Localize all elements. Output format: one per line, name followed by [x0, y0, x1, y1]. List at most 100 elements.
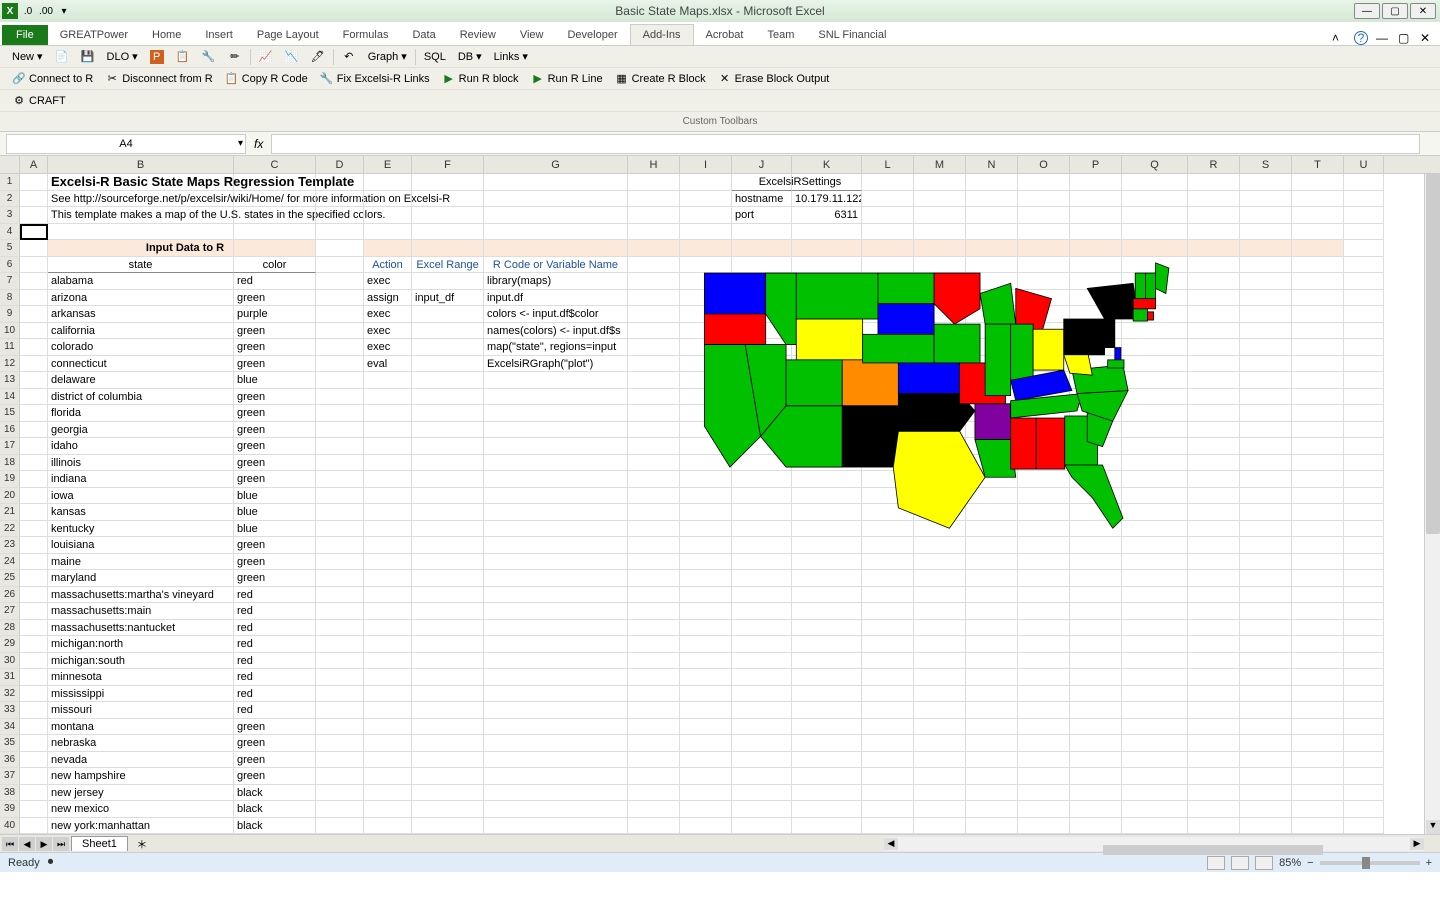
- cell[interactable]: [1344, 356, 1384, 373]
- cell[interactable]: [412, 405, 484, 422]
- cell[interactable]: [20, 488, 48, 505]
- cell[interactable]: [628, 554, 680, 571]
- fx-icon[interactable]: fx: [254, 137, 263, 151]
- workbook-minimize-icon[interactable]: —: [1376, 31, 1390, 45]
- cell[interactable]: [966, 735, 1018, 752]
- cell[interactable]: [412, 240, 484, 257]
- cell[interactable]: [316, 719, 364, 736]
- cell[interactable]: [1292, 537, 1344, 554]
- cell[interactable]: minnesota: [48, 669, 234, 686]
- cell[interactable]: [1240, 768, 1292, 785]
- cell[interactable]: [628, 224, 680, 241]
- cell[interactable]: green: [234, 405, 316, 422]
- cell[interactable]: blue: [234, 521, 316, 538]
- toolbar-icon[interactable]: ✏: [222, 48, 248, 66]
- cell[interactable]: [484, 719, 628, 736]
- cell[interactable]: [20, 191, 48, 208]
- cell[interactable]: louisiana: [48, 537, 234, 554]
- cell[interactable]: black: [234, 785, 316, 802]
- graph-button[interactable]: Graph ▾: [362, 48, 413, 65]
- row-header[interactable]: 35: [0, 735, 20, 752]
- cell[interactable]: [1188, 537, 1240, 554]
- cell[interactable]: [484, 405, 628, 422]
- cell[interactable]: maryland: [48, 570, 234, 587]
- cell[interactable]: [1292, 323, 1344, 340]
- column-header-L[interactable]: L: [862, 156, 914, 173]
- page-break-view-button[interactable]: [1255, 856, 1273, 870]
- cell[interactable]: [862, 785, 914, 802]
- cell[interactable]: [792, 686, 862, 703]
- cell[interactable]: [1240, 191, 1292, 208]
- cell[interactable]: delaware: [48, 372, 234, 389]
- cell[interactable]: [1018, 735, 1070, 752]
- cell[interactable]: [732, 719, 792, 736]
- cell[interactable]: [412, 504, 484, 521]
- cell[interactable]: [1292, 504, 1344, 521]
- cell[interactable]: [1122, 620, 1188, 637]
- cell[interactable]: [1018, 603, 1070, 620]
- cell[interactable]: [914, 719, 966, 736]
- cell[interactable]: [20, 290, 48, 307]
- cell[interactable]: [484, 504, 628, 521]
- cell[interactable]: [1292, 554, 1344, 571]
- cell[interactable]: [364, 735, 412, 752]
- row-header[interactable]: 6: [0, 257, 20, 274]
- cell[interactable]: [1240, 290, 1292, 307]
- cell[interactable]: [732, 702, 792, 719]
- cell[interactable]: [628, 372, 680, 389]
- cell[interactable]: [966, 702, 1018, 719]
- cell[interactable]: [1240, 207, 1292, 224]
- cell[interactable]: [484, 488, 628, 505]
- cell[interactable]: [484, 785, 628, 802]
- column-header-J[interactable]: J: [732, 156, 792, 173]
- cell[interactable]: [1344, 702, 1384, 719]
- cell[interactable]: [628, 603, 680, 620]
- toolbar-icon[interactable]: P: [144, 48, 170, 66]
- cell[interactable]: [1188, 422, 1240, 439]
- cell[interactable]: [628, 752, 680, 769]
- cell[interactable]: [732, 224, 792, 241]
- cell[interactable]: [484, 636, 628, 653]
- cell[interactable]: [316, 702, 364, 719]
- toolbar-icon[interactable]: 💾: [75, 48, 101, 66]
- cell[interactable]: [364, 570, 412, 587]
- cell[interactable]: [1292, 174, 1344, 191]
- cell[interactable]: [732, 801, 792, 818]
- cell[interactable]: [1344, 587, 1384, 604]
- cell[interactable]: color: [234, 257, 316, 274]
- cell[interactable]: [1018, 207, 1070, 224]
- cell[interactable]: [1070, 686, 1122, 703]
- cell[interactable]: [1240, 372, 1292, 389]
- cell[interactable]: [234, 224, 316, 241]
- cell[interactable]: [484, 669, 628, 686]
- cell[interactable]: [234, 191, 316, 208]
- cell[interactable]: [628, 174, 680, 191]
- horizontal-scrollbar[interactable]: ◀ ▶: [884, 837, 1424, 851]
- row-header[interactable]: 30: [0, 653, 20, 670]
- macro-record-icon[interactable]: ⏺: [48, 856, 54, 869]
- cell[interactable]: [792, 719, 862, 736]
- cell[interactable]: [316, 785, 364, 802]
- column-header-M[interactable]: M: [914, 156, 966, 173]
- cell[interactable]: [966, 620, 1018, 637]
- row-header[interactable]: 25: [0, 570, 20, 587]
- cell[interactable]: [914, 224, 966, 241]
- cell[interactable]: [1188, 587, 1240, 604]
- cell[interactable]: [412, 554, 484, 571]
- cell[interactable]: [316, 603, 364, 620]
- cell[interactable]: [234, 174, 316, 191]
- cell[interactable]: [364, 669, 412, 686]
- cell[interactable]: [1188, 323, 1240, 340]
- row-header[interactable]: 22: [0, 521, 20, 538]
- cell[interactable]: [20, 521, 48, 538]
- cell[interactable]: green: [234, 356, 316, 373]
- cell[interactable]: [628, 405, 680, 422]
- cell[interactable]: [628, 323, 680, 340]
- cell[interactable]: [412, 537, 484, 554]
- column-header-A[interactable]: A: [20, 156, 48, 173]
- cell[interactable]: [732, 752, 792, 769]
- tab-snl-financial[interactable]: SNL Financial: [806, 25, 898, 45]
- cell[interactable]: [364, 174, 412, 191]
- cell[interactable]: [792, 702, 862, 719]
- cell[interactable]: [914, 818, 966, 835]
